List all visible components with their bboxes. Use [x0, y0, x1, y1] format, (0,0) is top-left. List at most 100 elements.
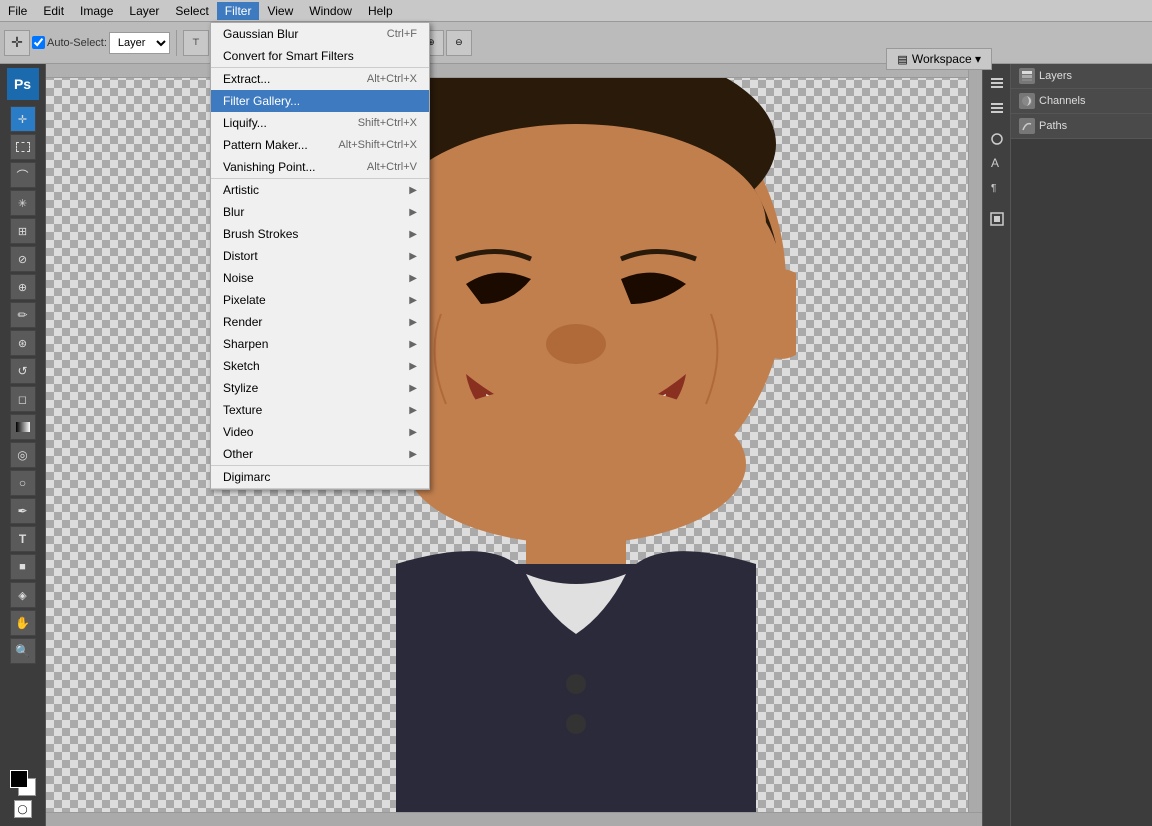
- menu-bar: File Edit Image Layer Select Filter View…: [0, 0, 1152, 22]
- liquify-item[interactable]: Liquify... Shift+Ctrl+X: [211, 112, 429, 134]
- render-item[interactable]: Render ▶: [211, 311, 429, 333]
- shape-icon: ■: [19, 561, 26, 573]
- sketch-item[interactable]: Sketch ▶: [211, 355, 429, 377]
- auto-select-dropdown[interactable]: Layer Group: [109, 32, 170, 54]
- menu-layer[interactable]: Layer: [121, 2, 167, 20]
- menu-select[interactable]: Select: [167, 2, 216, 20]
- vertical-scrollbar[interactable]: [968, 64, 982, 812]
- layers-tab[interactable]: Layers: [1011, 64, 1152, 89]
- auto-select-label: Auto-Select:: [47, 37, 107, 49]
- gradient-icon: [16, 422, 30, 432]
- noise-arrow: ▶: [409, 273, 417, 284]
- canvas-background: [46, 64, 982, 826]
- vanishing-point-item[interactable]: Vanishing Point... Alt+Ctrl+V: [211, 156, 429, 178]
- magic-wand-icon: ✳: [18, 197, 27, 210]
- foreground-background-colors[interactable]: [10, 770, 36, 796]
- gradient-tool[interactable]: [10, 414, 36, 440]
- dodge-icon: ○: [19, 476, 26, 490]
- shape-tool[interactable]: ■: [10, 554, 36, 580]
- blur-tool[interactable]: ◎: [10, 442, 36, 468]
- video-item[interactable]: Video ▶: [211, 421, 429, 443]
- crop-tool[interactable]: ⊞: [10, 218, 36, 244]
- text-tool[interactable]: T: [10, 526, 36, 552]
- distort-item[interactable]: Distort ▶: [211, 245, 429, 267]
- digimarc-item[interactable]: Digimarc: [211, 466, 429, 488]
- noise-item[interactable]: Noise ▶: [211, 267, 429, 289]
- panel-icon-4[interactable]: A: [986, 152, 1008, 174]
- convert-smart-filters-item[interactable]: Convert for Smart Filters: [211, 45, 429, 67]
- other-label: Other: [223, 447, 253, 461]
- eraser-tool[interactable]: ◻: [10, 386, 36, 412]
- eyedropper-tool[interactable]: ⊘: [10, 246, 36, 272]
- move-tool-options[interactable]: ✛: [4, 30, 30, 56]
- clone-tool[interactable]: ⊛: [10, 330, 36, 356]
- video-arrow: ▶: [409, 427, 417, 438]
- select-rect-tool[interactable]: [10, 134, 36, 160]
- heal-tool[interactable]: ⊕: [10, 274, 36, 300]
- filter-gallery-item[interactable]: Filter Gallery...: [211, 90, 429, 112]
- liquify-label: Liquify...: [223, 116, 267, 130]
- quick-mask-btn[interactable]: ◯: [14, 800, 32, 818]
- liquify-shortcut: Shift+Ctrl+X: [358, 117, 417, 129]
- right-panel: A ¶ Layers: [982, 64, 1152, 826]
- align-btn-1[interactable]: ⊤: [183, 30, 209, 56]
- pen-icon: ✒: [17, 504, 27, 518]
- texture-item[interactable]: Texture ▶: [211, 399, 429, 421]
- distribute-btn-4[interactable]: ⊖: [446, 30, 472, 56]
- brush-tool[interactable]: ✏: [10, 302, 36, 328]
- zoom-tool[interactable]: 🔍: [10, 638, 36, 664]
- other-item[interactable]: Other ▶: [211, 443, 429, 465]
- panel-icon-2[interactable]: [986, 96, 1008, 118]
- vanishing-point-label: Vanishing Point...: [223, 160, 316, 174]
- auto-select-checkbox[interactable]: [32, 36, 45, 49]
- gaussian-blur-item[interactable]: Gaussian Blur Ctrl+F: [211, 23, 429, 45]
- menu-image[interactable]: Image: [72, 2, 121, 20]
- sharpen-item[interactable]: Sharpen ▶: [211, 333, 429, 355]
- panel-icon-3[interactable]: [986, 128, 1008, 150]
- brush-strokes-item[interactable]: Brush Strokes ▶: [211, 223, 429, 245]
- lasso-tool[interactable]: ⌒: [10, 162, 36, 188]
- panel-icon-6[interactable]: [986, 208, 1008, 230]
- canvas-area: [46, 64, 982, 826]
- hand-tool[interactable]: ✋: [10, 610, 36, 636]
- menu-window[interactable]: Window: [301, 2, 360, 20]
- workspace-label: Workspace ▾: [912, 52, 981, 66]
- ps-logo: Ps: [7, 68, 39, 100]
- panel-icon-1[interactable]: [986, 72, 1008, 94]
- extract-shortcut: Alt+Ctrl+X: [367, 73, 417, 85]
- pixelate-item[interactable]: Pixelate ▶: [211, 289, 429, 311]
- move-tool[interactable]: [10, 106, 36, 132]
- extract-item[interactable]: Extract... Alt+Ctrl+X: [211, 68, 429, 90]
- panel-icon-5[interactable]: ¶: [986, 176, 1008, 198]
- hand-icon: ✋: [15, 616, 30, 630]
- toolbar-sep-1: [176, 30, 177, 56]
- paths-tab-label: Paths: [1039, 120, 1067, 132]
- filter-menu-mid-section: Extract... Alt+Ctrl+X Filter Gallery... …: [211, 68, 429, 179]
- brush-icon: ✏: [17, 308, 27, 322]
- magic-wand-tool[interactable]: ✳: [10, 190, 36, 216]
- menu-help[interactable]: Help: [360, 2, 401, 20]
- pen-tool[interactable]: ✒: [10, 498, 36, 524]
- channels-tab[interactable]: Channels: [1011, 89, 1152, 114]
- workspace-button[interactable]: ▤ Workspace ▾: [886, 48, 992, 70]
- brush-strokes-arrow: ▶: [409, 229, 417, 240]
- texture-arrow: ▶: [409, 405, 417, 416]
- dodge-tool[interactable]: ○: [10, 470, 36, 496]
- clone-icon: ⊛: [18, 337, 27, 350]
- render-label: Render: [223, 315, 262, 329]
- svg-text:A: A: [991, 156, 999, 170]
- pattern-maker-item[interactable]: Pattern Maker... Alt+Shift+Ctrl+X: [211, 134, 429, 156]
- paths-tab[interactable]: Paths: [1011, 114, 1152, 139]
- artistic-item[interactable]: Artistic ▶: [211, 179, 429, 201]
- foreground-color[interactable]: [10, 770, 28, 788]
- 3d-tool[interactable]: ◈: [10, 582, 36, 608]
- stylize-item[interactable]: Stylize ▶: [211, 377, 429, 399]
- menu-view[interactable]: View: [259, 2, 301, 20]
- menu-edit[interactable]: Edit: [35, 2, 72, 20]
- blur-item[interactable]: Blur ▶: [211, 201, 429, 223]
- horizontal-scrollbar[interactable]: [46, 812, 982, 826]
- menu-filter[interactable]: Filter: [217, 2, 260, 20]
- stylize-label: Stylize: [223, 381, 258, 395]
- menu-file[interactable]: File: [0, 2, 35, 20]
- history-brush-tool[interactable]: ↺: [10, 358, 36, 384]
